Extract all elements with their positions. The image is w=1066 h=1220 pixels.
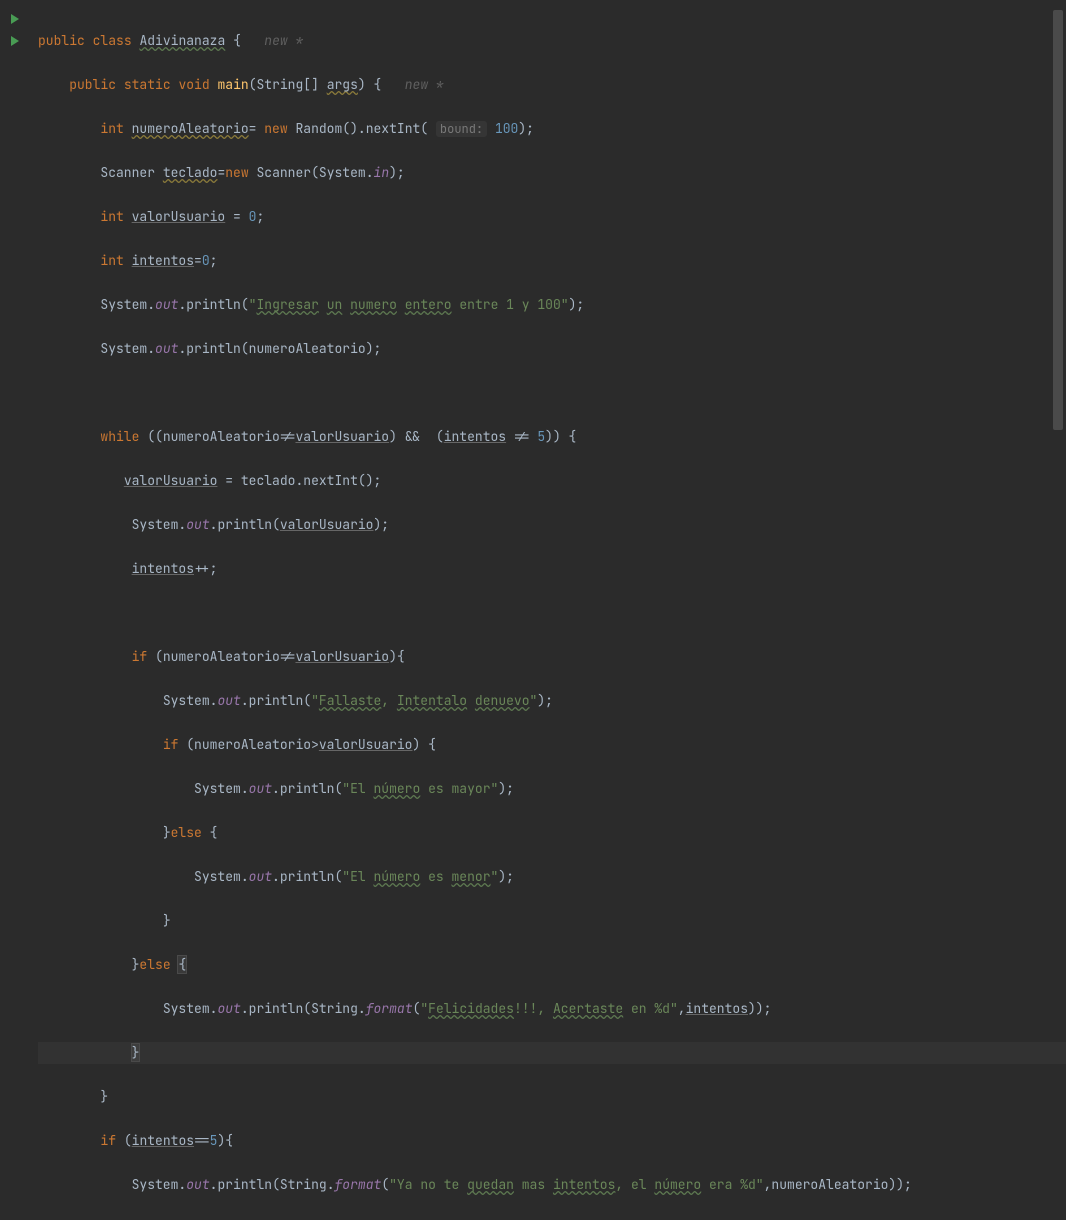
gutter xyxy=(0,0,30,610)
keyword-public: public xyxy=(38,32,85,49)
var-decl: numeroAleatorio xyxy=(132,120,249,137)
scrollbar-thumb[interactable] xyxy=(1053,10,1063,430)
run-main-icon[interactable] xyxy=(0,30,30,52)
var-decl: valorUsuario xyxy=(132,208,226,225)
var-decl: intentos xyxy=(132,252,194,269)
current-line: } xyxy=(38,1042,1066,1064)
usage-hint: new * xyxy=(405,76,444,93)
class-name: Adivinanaza xyxy=(139,32,225,49)
code-editor[interactable]: public class Adivinanaza { new * public … xyxy=(0,0,1066,610)
keyword-class: class xyxy=(93,32,132,49)
scrollbar[interactable] xyxy=(1052,0,1064,610)
code-area[interactable]: public class Adivinanaza { new * public … xyxy=(30,0,1066,610)
param-hint: bound: xyxy=(436,121,487,137)
method-main: main xyxy=(217,76,248,93)
run-class-icon[interactable] xyxy=(0,8,30,30)
var-decl: teclado xyxy=(163,164,218,181)
usage-hint: new * xyxy=(264,32,303,49)
